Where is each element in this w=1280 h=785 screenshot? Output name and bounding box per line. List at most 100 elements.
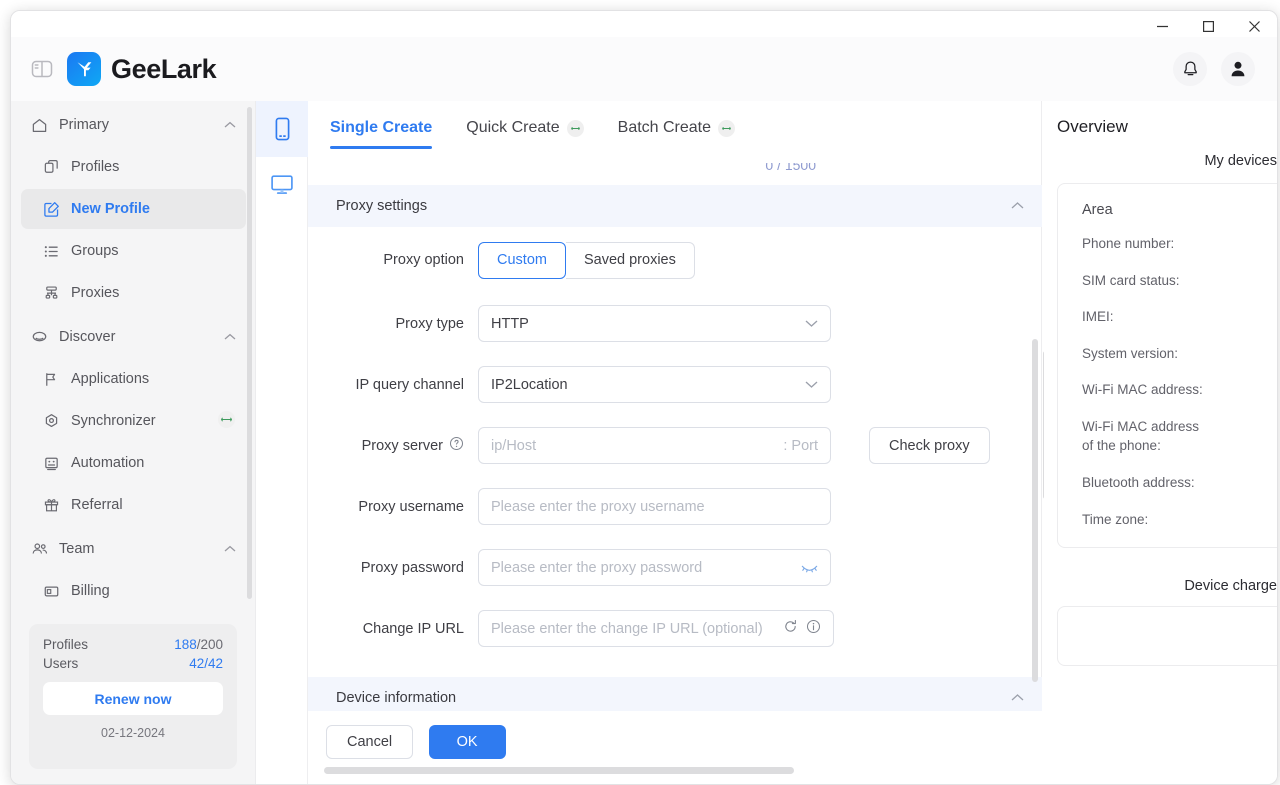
field-label: Proxy password [360, 559, 464, 576]
chevron-up-icon[interactable] [1011, 198, 1024, 214]
ok-button[interactable]: OK [428, 725, 506, 759]
device-information-section-header[interactable]: Device information [308, 677, 1042, 715]
sidebar-item-label: Profiles [71, 159, 120, 175]
sidebar-item-new-profile[interactable]: New Profile [21, 189, 246, 229]
renew-now-button[interactable]: Renew now [43, 682, 223, 715]
sidebar-item-automation[interactable]: Automation [21, 443, 246, 483]
device-field: Wi-Fi MAC address: [1082, 382, 1203, 398]
desktop-device-icon[interactable] [256, 157, 308, 213]
device-info-card: Area Phone number: SIM card status: IMEI… [1057, 183, 1277, 549]
device-field: Time zone: [1082, 511, 1149, 527]
automation-icon [43, 455, 67, 472]
dialog-footer: Cancel OK [308, 711, 1042, 784]
proxy-password-input[interactable]: Please enter the proxy password [478, 549, 831, 586]
sidebar-item-groups[interactable]: Groups [21, 231, 246, 271]
sidebar-group-label: Discover [59, 329, 116, 345]
input-placeholder: Please enter the proxy username [491, 498, 705, 515]
synchronizer-icon [43, 413, 67, 430]
proxy-username-input[interactable]: Please enter the proxy username [478, 488, 831, 525]
quota-row-profiles: Profiles 188/200 [43, 637, 223, 652]
team-icon [31, 541, 53, 558]
applications-icon [43, 371, 67, 388]
refresh-icon[interactable] [783, 619, 798, 638]
quota-users-value: 42/42 [189, 656, 223, 671]
device-field: Bluetooth address: [1082, 474, 1195, 490]
sidebar-group-team[interactable]: Team [21, 529, 246, 569]
quota-profiles-value: 188/200 [174, 637, 223, 652]
application-window: GeeLark Primary Profiles New Profile Gro… [10, 10, 1278, 785]
sidebar-item-billing[interactable]: Billing [21, 571, 246, 611]
field-ip-query-channel: IP query channel IP2Location [308, 354, 1042, 415]
new-badge-icon [217, 410, 236, 433]
char-counter: 0 / 1500 [765, 163, 816, 173]
phone-device-icon[interactable] [256, 101, 308, 157]
proxy-form-scroll-area: Proxy settings Proxy option Custom Saved… [308, 185, 1042, 715]
chevron-up-icon[interactable] [1011, 690, 1024, 706]
quota-card: Profiles 188/200 Users 42/42 Renew now 0… [29, 624, 237, 769]
tab-quick-create[interactable]: Quick Create [466, 119, 584, 149]
question-circle-icon[interactable] [449, 436, 464, 455]
horizontal-scrollbar[interactable] [324, 767, 1030, 774]
form-vertical-scrollbar[interactable] [1032, 339, 1038, 682]
device-area-heading: Area [1082, 202, 1113, 218]
sidebar-group-primary[interactable]: Primary [21, 105, 246, 145]
main-content: Single Create Quick Create Batch Create … [308, 101, 1042, 784]
device-field: Phone number: [1082, 236, 1175, 251]
proxy-settings-section-header[interactable]: Proxy settings [308, 185, 1042, 227]
proxy-port-placeholder: : Port [783, 437, 818, 454]
proxy-option-custom[interactable]: Custom [478, 241, 566, 279]
field-label: Proxy username [358, 498, 464, 515]
quota-profiles-label: Profiles [43, 637, 89, 652]
sidebar-item-referral[interactable]: Referral [21, 485, 246, 525]
sidebar-item-label: Applications [71, 371, 150, 387]
quota-users-label: Users [43, 656, 79, 671]
cancel-button[interactable]: Cancel [326, 725, 414, 759]
tab-single-create[interactable]: Single Create [330, 119, 433, 149]
overview-scrollbar[interactable] [1043, 351, 1044, 499]
info-circle-icon[interactable] [806, 619, 821, 638]
section-title: Device information [336, 690, 457, 706]
field-label: Proxy type [395, 315, 465, 332]
proxy-host-placeholder: ip/Host [491, 437, 537, 454]
sidebar-item-proxies[interactable]: Proxies [21, 273, 246, 313]
horizontal-scrollbar-thumb[interactable] [324, 767, 794, 774]
field-change-ip-url: Change IP URL Please enter the change IP… [308, 598, 1042, 659]
sidebar-item-synchronizer[interactable]: Synchronizer [21, 401, 246, 441]
brand: GeeLark [67, 52, 217, 86]
compass-icon [31, 329, 53, 346]
input-placeholder: Please enter the change IP URL (optional… [491, 620, 763, 637]
tab-batch-create[interactable]: Batch Create [618, 119, 736, 149]
device-charge-card [1057, 606, 1277, 667]
app-header: GeeLark [11, 37, 1277, 101]
chevron-down-icon [805, 377, 818, 393]
proxy-option-saved-proxies[interactable]: Saved proxies [565, 241, 695, 279]
sidebar-item-label: Synchronizer [71, 413, 156, 429]
proxy-type-value: HTTP [491, 315, 529, 332]
gift-icon [43, 497, 67, 514]
overview-title: Overview [1057, 117, 1128, 136]
sidebar-item-label: Automation [71, 455, 145, 471]
bell-icon[interactable] [1173, 52, 1207, 86]
sidebar-scrollbar[interactable] [247, 107, 252, 599]
sidebar-group-discover[interactable]: Discover [21, 317, 246, 357]
profiles-icon [43, 159, 67, 176]
sidebar-item-profiles[interactable]: Profiles [21, 147, 246, 187]
change-ip-url-input[interactable]: Please enter the change IP URL (optional… [478, 610, 834, 647]
proxy-server-input[interactable]: ip/Host : Port [478, 427, 831, 464]
quota-row-users: Users 42/42 [43, 656, 223, 671]
device-field: SIM card status: [1082, 272, 1180, 288]
edit-square-icon [43, 201, 67, 218]
check-proxy-button[interactable]: Check proxy [869, 427, 990, 464]
user-avatar-icon[interactable] [1221, 52, 1255, 86]
sidebar: Primary Profiles New Profile Groups Prox… [11, 101, 256, 784]
geelark-logo-icon [67, 52, 101, 86]
field-proxy-password: Proxy password Please enter the proxy pa… [308, 537, 1042, 598]
field-proxy-username: Proxy username Please enter the proxy us… [308, 476, 1042, 537]
sidebar-item-applications[interactable]: Applications [21, 359, 246, 399]
list-icon [43, 243, 67, 260]
ip-query-channel-select[interactable]: IP2Location [478, 366, 831, 403]
sidebar-toggle-icon[interactable] [29, 56, 55, 82]
overview-subtitle: My devices [1204, 153, 1277, 169]
proxy-type-select[interactable]: HTTP [478, 305, 831, 342]
eye-closed-icon[interactable] [801, 562, 818, 574]
